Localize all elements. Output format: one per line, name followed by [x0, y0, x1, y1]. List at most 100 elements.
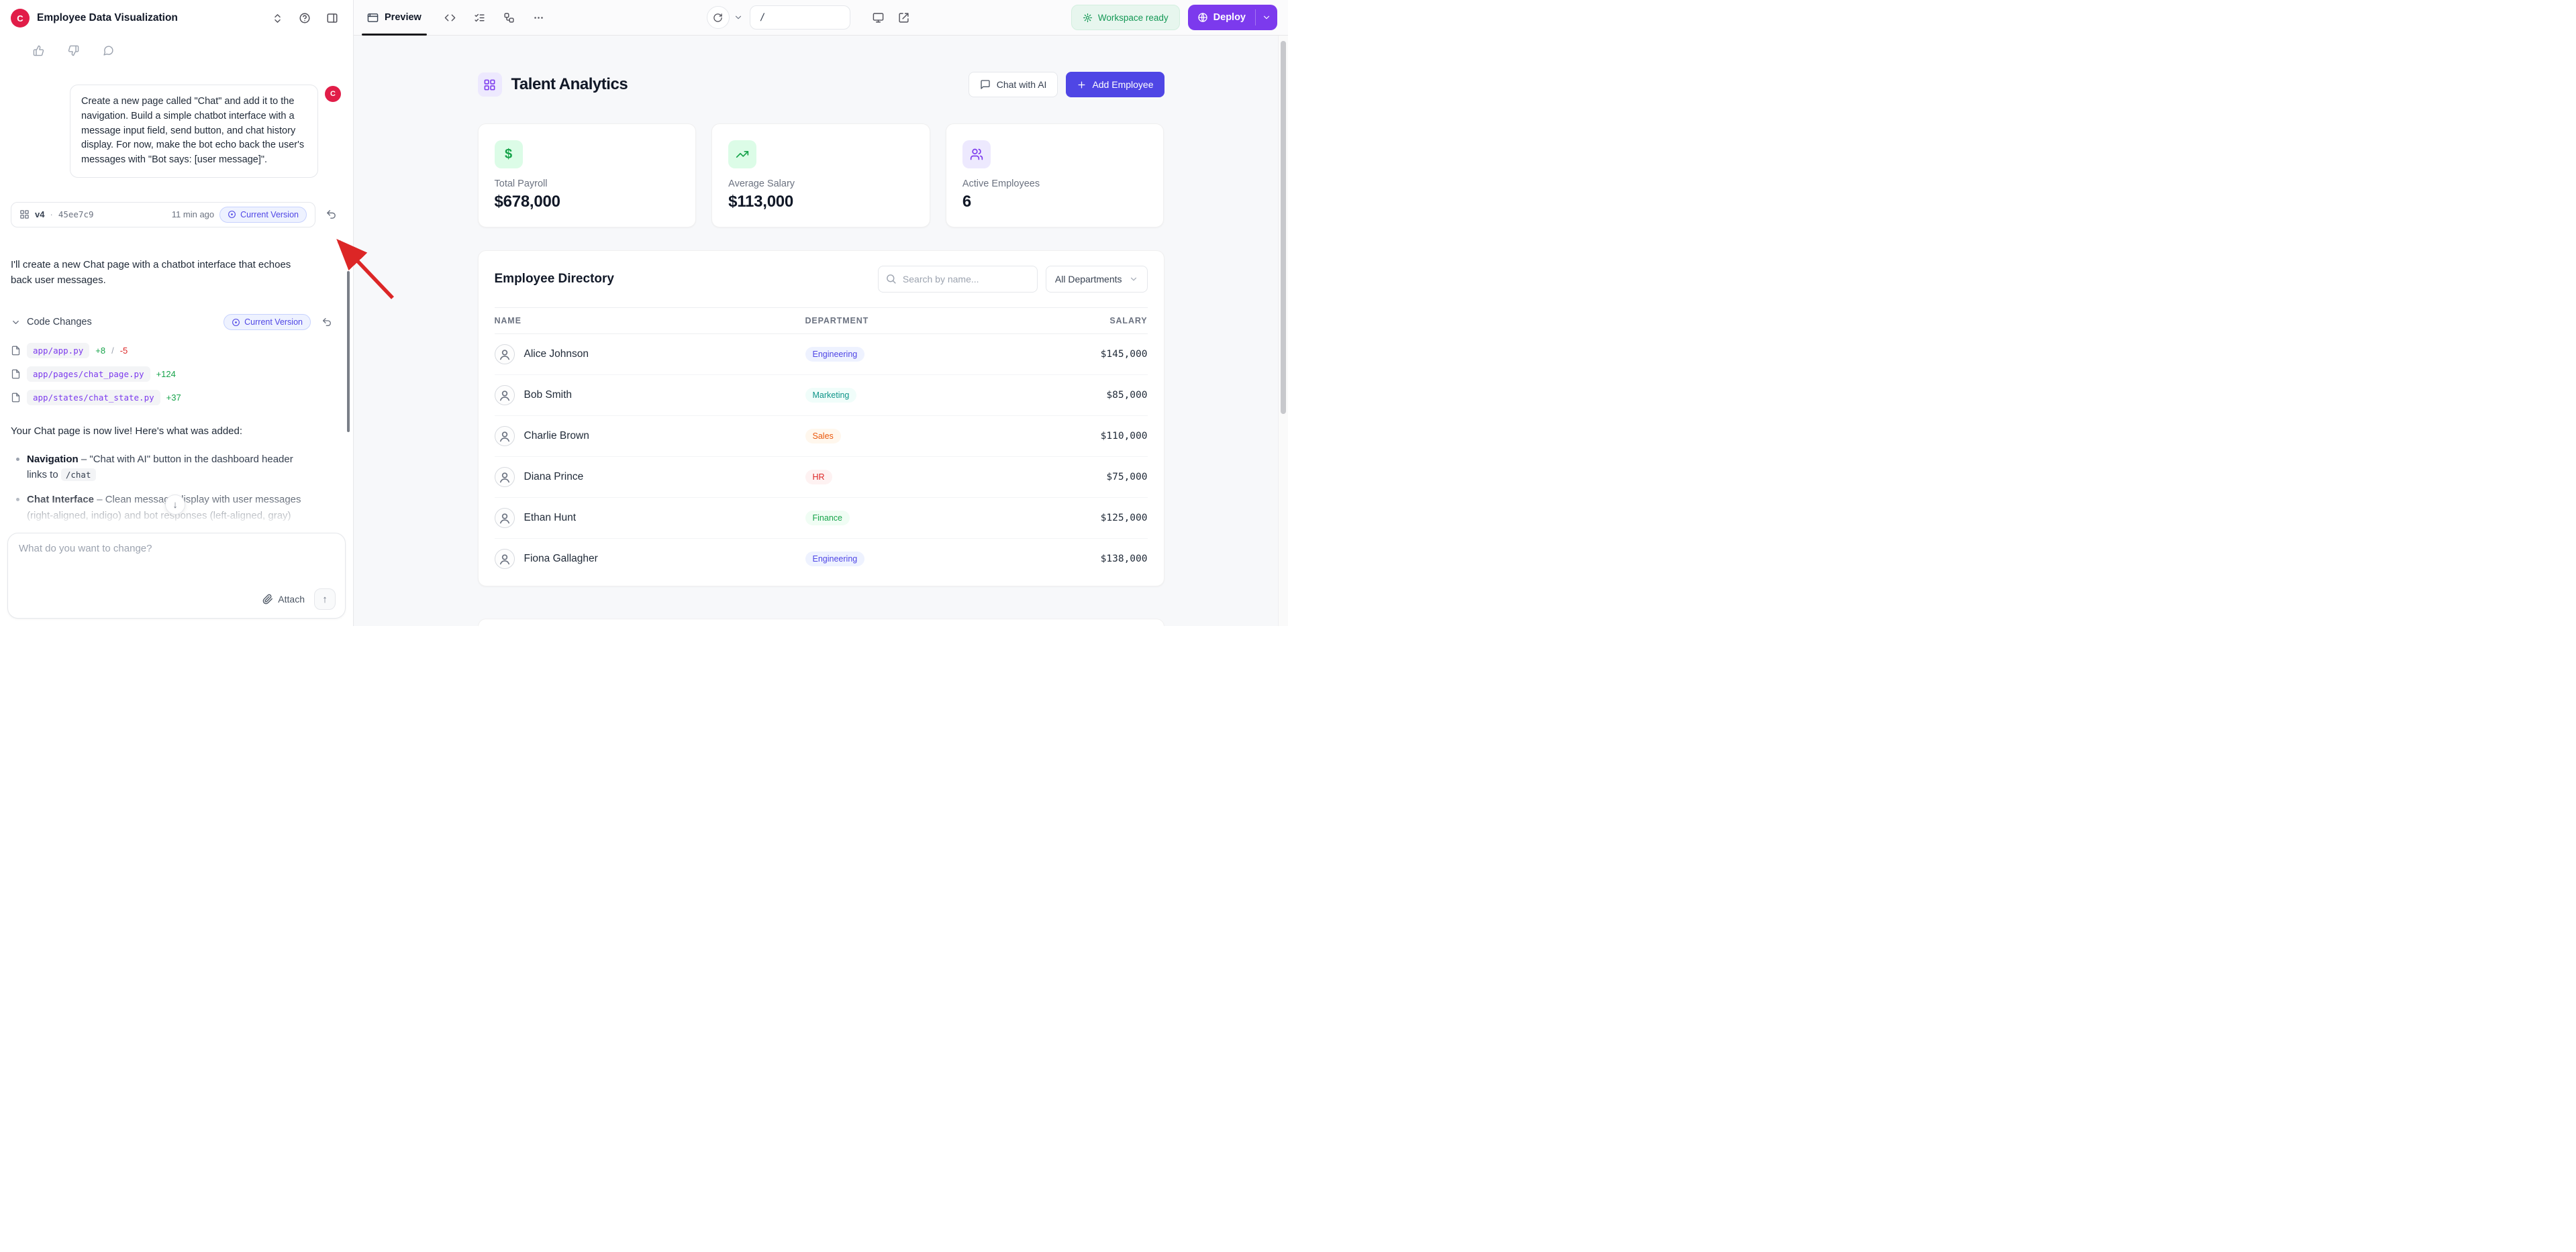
stat-value: 6 [962, 193, 1148, 211]
employee-name: Bob Smith [524, 389, 573, 401]
file-icon [11, 369, 21, 379]
layout-grid-icon [19, 209, 30, 219]
department-filter-select[interactable]: All Departments [1046, 266, 1148, 293]
url-history-dropdown[interactable] [730, 6, 747, 29]
table-row[interactable]: Charlie Brown Sales $110,000 [495, 416, 1148, 457]
chat-input[interactable] [19, 543, 336, 588]
department-badge: HR [805, 470, 832, 484]
comment-button[interactable] [101, 43, 115, 58]
preview-scrollbar[interactable] [1278, 36, 1288, 626]
table-row[interactable]: Fiona Gallagher Engineering $138,000 [495, 539, 1148, 579]
refresh-button[interactable] [707, 6, 730, 29]
gear-icon [1083, 13, 1093, 23]
tasks-view-button[interactable] [468, 6, 491, 29]
search-input[interactable] [878, 266, 1038, 293]
file-path-chip[interactable]: app/pages/chat_page.py [27, 366, 150, 382]
stat-label: Active Employees [962, 178, 1148, 189]
url-cluster: / [707, 5, 915, 30]
more-options-button[interactable] [528, 6, 550, 29]
search-box [878, 266, 1038, 293]
help-circle-icon [299, 12, 311, 24]
department-badge: Finance [805, 511, 850, 525]
tab-preview-label: Preview [385, 12, 422, 23]
message-circle-icon [103, 45, 114, 56]
chat-scrollbar-thumb[interactable] [347, 271, 350, 432]
table-row[interactable]: Diana Prince HR $75,000 [495, 457, 1148, 498]
employee-directory-card: Employee Directory All Departments [478, 250, 1165, 586]
view-tabs: Preview [354, 0, 435, 35]
toggle-panel-button[interactable] [322, 8, 342, 28]
workflow-icon [503, 12, 515, 23]
restore-version-button[interactable] [321, 205, 341, 225]
commit-hash: 45ee7c9 [58, 209, 94, 219]
preview-scrollbar-thumb[interactable] [1281, 41, 1286, 414]
stat-card-average-salary: Average Salary $113,000 [711, 123, 930, 227]
chat-with-ai-button[interactable]: Chat with AI [969, 72, 1058, 97]
inline-code-chip: /chat [61, 468, 96, 481]
send-button[interactable]: ↑ [314, 588, 336, 610]
department-badge: Engineering [805, 347, 865, 362]
workflow-view-button[interactable] [498, 6, 521, 29]
help-button[interactable] [295, 8, 315, 28]
thumbs-up-icon [33, 45, 44, 56]
table-row[interactable]: Ethan Hunt Finance $125,000 [495, 498, 1148, 539]
changed-file-row[interactable]: app/app.py +8 / -5 [11, 343, 341, 358]
chat-with-ai-label: Chat with AI [997, 79, 1047, 90]
code-changes-title: Code Changes [27, 317, 92, 327]
app-title: Talent Analytics [511, 75, 628, 94]
restore-code-button[interactable] [317, 312, 337, 332]
deploy-main[interactable]: Deploy [1188, 5, 1255, 30]
directory-header: Employee Directory All Departments [479, 251, 1164, 307]
employee-salary: $75,000 [1024, 472, 1148, 482]
assistant-message: I'll create a new Chat page with a chatb… [11, 257, 341, 289]
code-changes-header[interactable]: Code Changes Current Version [11, 312, 341, 332]
file-path-chip[interactable]: app/states/chat_state.py [27, 390, 160, 405]
column-header-department: DEPARTMENT [805, 316, 1024, 325]
stat-value: $113,000 [728, 193, 913, 211]
app-header-actions: Chat with AI Add Employee [969, 72, 1165, 97]
composer-card: Attach ↑ [7, 533, 346, 619]
table-row[interactable]: Bob Smith Marketing $85,000 [495, 375, 1148, 416]
workspace-avatar[interactable]: C [11, 9, 30, 28]
toolbar-tools [439, 6, 550, 29]
workspace-status-badge[interactable]: Workspace ready [1071, 5, 1180, 30]
app-logo-icon [478, 72, 502, 97]
bullet-title: Navigation [27, 454, 79, 465]
tab-preview[interactable]: Preview [354, 0, 435, 35]
list-checks-icon [474, 12, 485, 23]
table-row[interactable]: Alice Johnson Engineering $145,000 [495, 334, 1148, 375]
changed-file-row[interactable]: app/states/chat_state.py +37 [11, 390, 341, 405]
deploy-button[interactable]: Deploy [1188, 5, 1277, 30]
attach-button[interactable]: Attach [262, 594, 305, 605]
employee-table: NAME DEPARTMENT SALARY Alice Johnson Eng… [479, 307, 1164, 583]
search-icon [885, 273, 897, 284]
diff-additions: +8 [95, 346, 105, 356]
viewport-controls [868, 7, 915, 28]
employee-salary: $125,000 [1024, 513, 1148, 523]
workbench: Preview [354, 0, 1288, 626]
stats-row: $ Total Payroll $678,000 Average Salary … [478, 123, 1165, 227]
file-path-chip[interactable]: app/app.py [27, 343, 89, 358]
thumbs-down-button[interactable] [66, 43, 81, 58]
users-icon [962, 140, 991, 168]
url-input[interactable]: / [750, 5, 850, 30]
version-row: v4 · 45ee7c9 11 min ago Current Version [11, 202, 341, 227]
column-header-salary: SALARY [1024, 316, 1148, 325]
chat-panel: C Employee Data Visualization [0, 0, 354, 626]
department-filter-label: All Departments [1055, 274, 1122, 284]
version-card[interactable]: v4 · 45ee7c9 11 min ago Current Version [11, 202, 315, 227]
changed-file-row[interactable]: app/pages/chat_page.py +124 [11, 366, 341, 382]
expand-collapse-button[interactable] [267, 8, 287, 28]
trending-up-icon [728, 140, 756, 168]
deploy-options-button[interactable] [1256, 5, 1277, 30]
thumbs-up-button[interactable] [31, 43, 46, 58]
scroll-to-bottom-button[interactable]: ↓ [165, 494, 185, 515]
employee-name: Fiona Gallagher [524, 553, 598, 565]
add-employee-button[interactable]: Add Employee [1066, 72, 1164, 97]
code-view-button[interactable] [439, 6, 462, 29]
device-preview-button[interactable] [868, 7, 889, 28]
version-separator: · [50, 209, 52, 219]
employee-name: Charlie Brown [524, 430, 589, 442]
open-in-new-tab-button[interactable] [893, 7, 915, 28]
external-link-icon [898, 12, 909, 23]
